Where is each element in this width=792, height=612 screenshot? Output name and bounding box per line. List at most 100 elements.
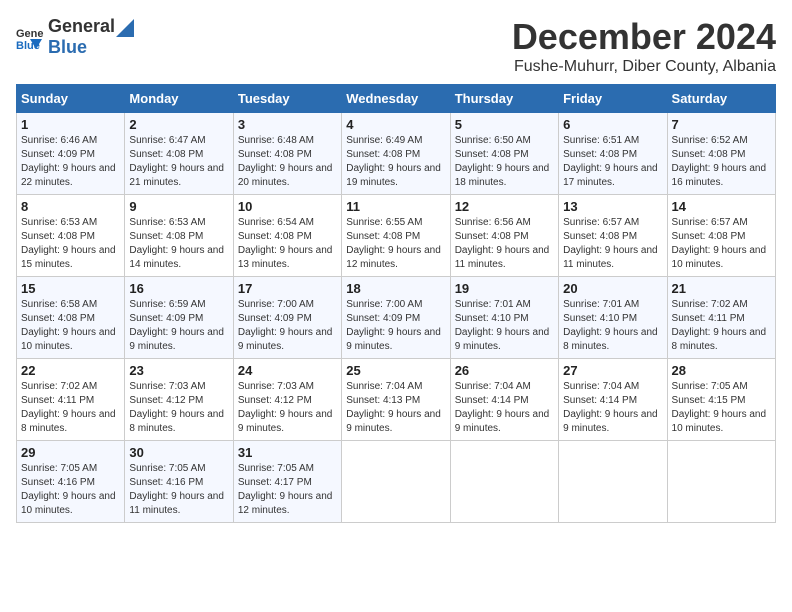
week-row-2: 8 Sunrise: 6:53 AMSunset: 4:08 PMDaylight… [17,195,776,277]
calendar-cell: 6 Sunrise: 6:51 AMSunset: 4:08 PMDaylight… [559,113,667,195]
day-info: Sunrise: 7:02 AMSunset: 4:11 PMDaylight:… [21,380,120,436]
day-info: Sunrise: 6:51 AMSunset: 4:08 PMDaylight:… [563,134,662,190]
calendar-cell: 5 Sunrise: 6:50 AMSunset: 4:08 PMDaylight… [450,113,558,195]
calendar-cell: 22 Sunrise: 7:02 AMSunset: 4:11 PMDayligh… [17,359,125,441]
calendar-cell: 15 Sunrise: 6:58 AMSunset: 4:08 PMDayligh… [17,277,125,359]
calendar-cell: 1 Sunrise: 6:46 AMSunset: 4:09 PMDaylight… [17,113,125,195]
day-number: 18 [346,281,445,296]
day-info: Sunrise: 6:53 AMSunset: 4:08 PMDaylight:… [21,216,120,272]
calendar-cell: 2 Sunrise: 6:47 AMSunset: 4:08 PMDaylight… [125,113,233,195]
calendar-cell: 30 Sunrise: 7:05 AMSunset: 4:16 PMDayligh… [125,441,233,523]
weekday-header-saturday: Saturday [667,85,775,113]
day-info: Sunrise: 6:52 AMSunset: 4:08 PMDaylight:… [672,134,771,190]
calendar-cell: 9 Sunrise: 6:53 AMSunset: 4:08 PMDaylight… [125,195,233,277]
day-number: 1 [21,117,120,132]
weekday-header-wednesday: Wednesday [342,85,450,113]
calendar-cell [559,441,667,523]
day-info: Sunrise: 6:59 AMSunset: 4:09 PMDaylight:… [129,298,228,354]
week-row-5: 29 Sunrise: 7:05 AMSunset: 4:16 PMDayligh… [17,441,776,523]
day-info: Sunrise: 7:05 AMSunset: 4:15 PMDaylight:… [672,380,771,436]
calendar-cell: 20 Sunrise: 7:01 AMSunset: 4:10 PMDayligh… [559,277,667,359]
weekday-header-tuesday: Tuesday [233,85,341,113]
day-number: 9 [129,199,228,214]
day-info: Sunrise: 7:01 AMSunset: 4:10 PMDaylight:… [455,298,554,354]
calendar-cell: 16Sunrise: 6:59 AMSunset: 4:09 PMDayligh… [125,277,233,359]
svg-text:General: General [16,28,44,40]
day-number: 20 [563,281,662,296]
calendar-cell: 10 Sunrise: 6:54 AMSunset: 4:08 PMDayligh… [233,195,341,277]
calendar-cell: 21 Sunrise: 7:02 AMSunset: 4:11 PMDayligh… [667,277,775,359]
calendar-cell: 23Sunrise: 7:03 AMSunset: 4:12 PMDayligh… [125,359,233,441]
day-number: 30 [129,445,228,460]
weekday-header-row: SundayMondayTuesdayWednesdayThursdayFrid… [17,85,776,113]
day-number: 19 [455,281,554,296]
day-info: Sunrise: 6:48 AMSunset: 4:08 PMDaylight:… [238,134,337,190]
day-number: 29 [21,445,120,460]
day-number: 26 [455,363,554,378]
month-title: December 2024 [512,16,776,58]
calendar-cell: 28 Sunrise: 7:05 AMSunset: 4:15 PMDayligh… [667,359,775,441]
day-info: Sunrise: 6:50 AMSunset: 4:08 PMDaylight:… [455,134,554,190]
day-info: Sunrise: 6:57 AMSunset: 4:08 PMDaylight:… [672,216,771,272]
calendar-cell [342,441,450,523]
day-number: 12 [455,199,554,214]
day-info: Sunrise: 7:02 AMSunset: 4:11 PMDaylight:… [672,298,771,354]
day-number: 17 [238,281,337,296]
calendar-cell: 27Sunrise: 7:04 AMSunset: 4:14 PMDayligh… [559,359,667,441]
day-info: Sunrise: 7:05 AMSunset: 4:17 PMDaylight:… [238,462,337,518]
day-number: 25 [346,363,445,378]
day-info: Sunrise: 7:04 AMSunset: 4:13 PMDaylight:… [346,380,445,436]
calendar-cell: 29 Sunrise: 7:05 AMSunset: 4:16 PMDayligh… [17,441,125,523]
day-number: 2 [129,117,228,132]
calendar-cell: 7Sunrise: 6:52 AMSunset: 4:08 PMDaylight… [667,113,775,195]
day-number: 11 [346,199,445,214]
day-number: 23 [129,363,228,378]
day-number: 28 [672,363,771,378]
header: General Blue General Blue December 2024 … [16,16,776,76]
day-number: 8 [21,199,120,214]
day-number: 5 [455,117,554,132]
day-info: Sunrise: 6:55 AMSunset: 4:08 PMDaylight:… [346,216,445,272]
day-number: 22 [21,363,120,378]
calendar-cell: 31 Sunrise: 7:05 AMSunset: 4:17 PMDayligh… [233,441,341,523]
day-info: Sunrise: 6:58 AMSunset: 4:08 PMDaylight:… [21,298,120,354]
calendar-cell: 3 Sunrise: 6:48 AMSunset: 4:08 PMDaylight… [233,113,341,195]
calendar-cell: 8 Sunrise: 6:53 AMSunset: 4:08 PMDaylight… [17,195,125,277]
calendar-cell [667,441,775,523]
calendar-cell: 18Sunrise: 7:00 AMSunset: 4:09 PMDayligh… [342,277,450,359]
day-info: Sunrise: 6:46 AMSunset: 4:09 PMDaylight:… [21,134,120,190]
day-number: 13 [563,199,662,214]
day-info: Sunrise: 6:47 AMSunset: 4:08 PMDaylight:… [129,134,228,190]
calendar-table: SundayMondayTuesdayWednesdayThursdayFrid… [16,84,776,523]
day-info: Sunrise: 7:03 AMSunset: 4:12 PMDaylight:… [238,380,337,436]
day-number: 6 [563,117,662,132]
calendar-cell: 13 Sunrise: 6:57 AMSunset: 4:08 PMDayligh… [559,195,667,277]
calendar-cell: 4Sunrise: 6:49 AMSunset: 4:08 PMDaylight… [342,113,450,195]
day-number: 21 [672,281,771,296]
day-info: Sunrise: 7:01 AMSunset: 4:10 PMDaylight:… [563,298,662,354]
weekday-header-friday: Friday [559,85,667,113]
day-number: 14 [672,199,771,214]
calendar-cell: 26Sunrise: 7:04 AMSunset: 4:14 PMDayligh… [450,359,558,441]
calendar-cell: 12Sunrise: 6:56 AMSunset: 4:08 PMDayligh… [450,195,558,277]
day-info: Sunrise: 7:00 AMSunset: 4:09 PMDaylight:… [238,298,337,354]
day-info: Sunrise: 7:05 AMSunset: 4:16 PMDaylight:… [21,462,120,518]
day-info: Sunrise: 6:53 AMSunset: 4:08 PMDaylight:… [129,216,228,272]
day-info: Sunrise: 6:54 AMSunset: 4:08 PMDaylight:… [238,216,337,272]
calendar-cell: 11 Sunrise: 6:55 AMSunset: 4:08 PMDayligh… [342,195,450,277]
logo: General Blue General Blue [16,16,135,58]
week-row-3: 15 Sunrise: 6:58 AMSunset: 4:08 PMDayligh… [17,277,776,359]
day-number: 15 [21,281,120,296]
logo-blue: Blue [48,37,87,57]
day-info: Sunrise: 6:57 AMSunset: 4:08 PMDaylight:… [563,216,662,272]
day-number: 27 [563,363,662,378]
day-number: 10 [238,199,337,214]
svg-text:Blue: Blue [16,40,40,51]
title-area: December 2024 Fushe-Muhurr, Diber County… [512,16,776,76]
day-info: Sunrise: 7:05 AMSunset: 4:16 PMDaylight:… [129,462,228,518]
calendar-cell: 24Sunrise: 7:03 AMSunset: 4:12 PMDayligh… [233,359,341,441]
day-number: 31 [238,445,337,460]
logo-icon: General Blue [16,23,44,51]
calendar-cell: 19 Sunrise: 7:01 AMSunset: 4:10 PMDayligh… [450,277,558,359]
day-number: 3 [238,117,337,132]
